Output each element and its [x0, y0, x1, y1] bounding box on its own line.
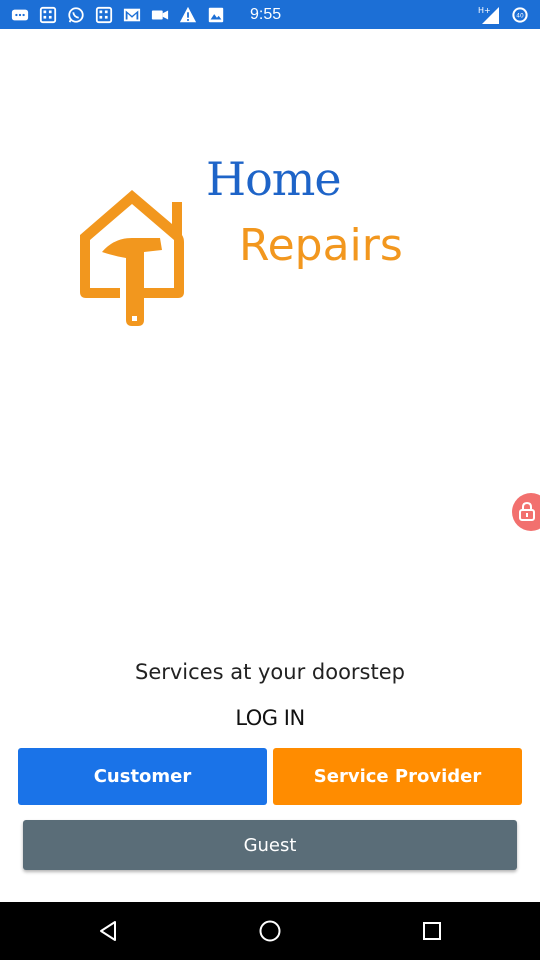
- floating-lock-button[interactable]: [512, 493, 540, 531]
- back-icon[interactable]: [92, 915, 124, 947]
- gmail-icon: [122, 5, 142, 25]
- lock-icon: [519, 501, 535, 521]
- image-icon: [206, 5, 226, 25]
- customer-login-button[interactable]: Customer: [18, 748, 267, 805]
- warning-icon: [178, 5, 198, 25]
- service-provider-login-button[interactable]: Service Provider: [273, 748, 522, 805]
- recents-icon[interactable]: [416, 915, 448, 947]
- brand-title-repairs: Repairs: [239, 220, 403, 271]
- chat-icon: [10, 5, 30, 25]
- whatsapp-icon: [66, 5, 86, 25]
- home-icon[interactable]: [254, 915, 286, 947]
- house-hammer-icon: [72, 180, 192, 330]
- status-bar: 9:55 H+ 40: [0, 0, 540, 29]
- login-heading: LOG IN: [235, 706, 305, 730]
- network-type-label: H+: [478, 6, 491, 15]
- calculator-icon: [94, 5, 114, 25]
- signal-icon: H+: [478, 5, 502, 25]
- status-time: 9:55: [250, 5, 282, 23]
- battery-level-label: 40: [516, 13, 524, 19]
- status-bar-system: H+ 40: [478, 0, 530, 29]
- battery-icon: 40: [510, 5, 530, 25]
- status-bar-notifications: 9:55: [10, 0, 281, 29]
- tagline: Services at your doorstep: [135, 660, 405, 684]
- brand-title-home: Home: [206, 152, 342, 206]
- navigation-bar: [0, 902, 540, 960]
- guest-login-button[interactable]: Guest: [23, 820, 517, 870]
- video-icon: [150, 5, 170, 25]
- calculator-icon: [38, 5, 58, 25]
